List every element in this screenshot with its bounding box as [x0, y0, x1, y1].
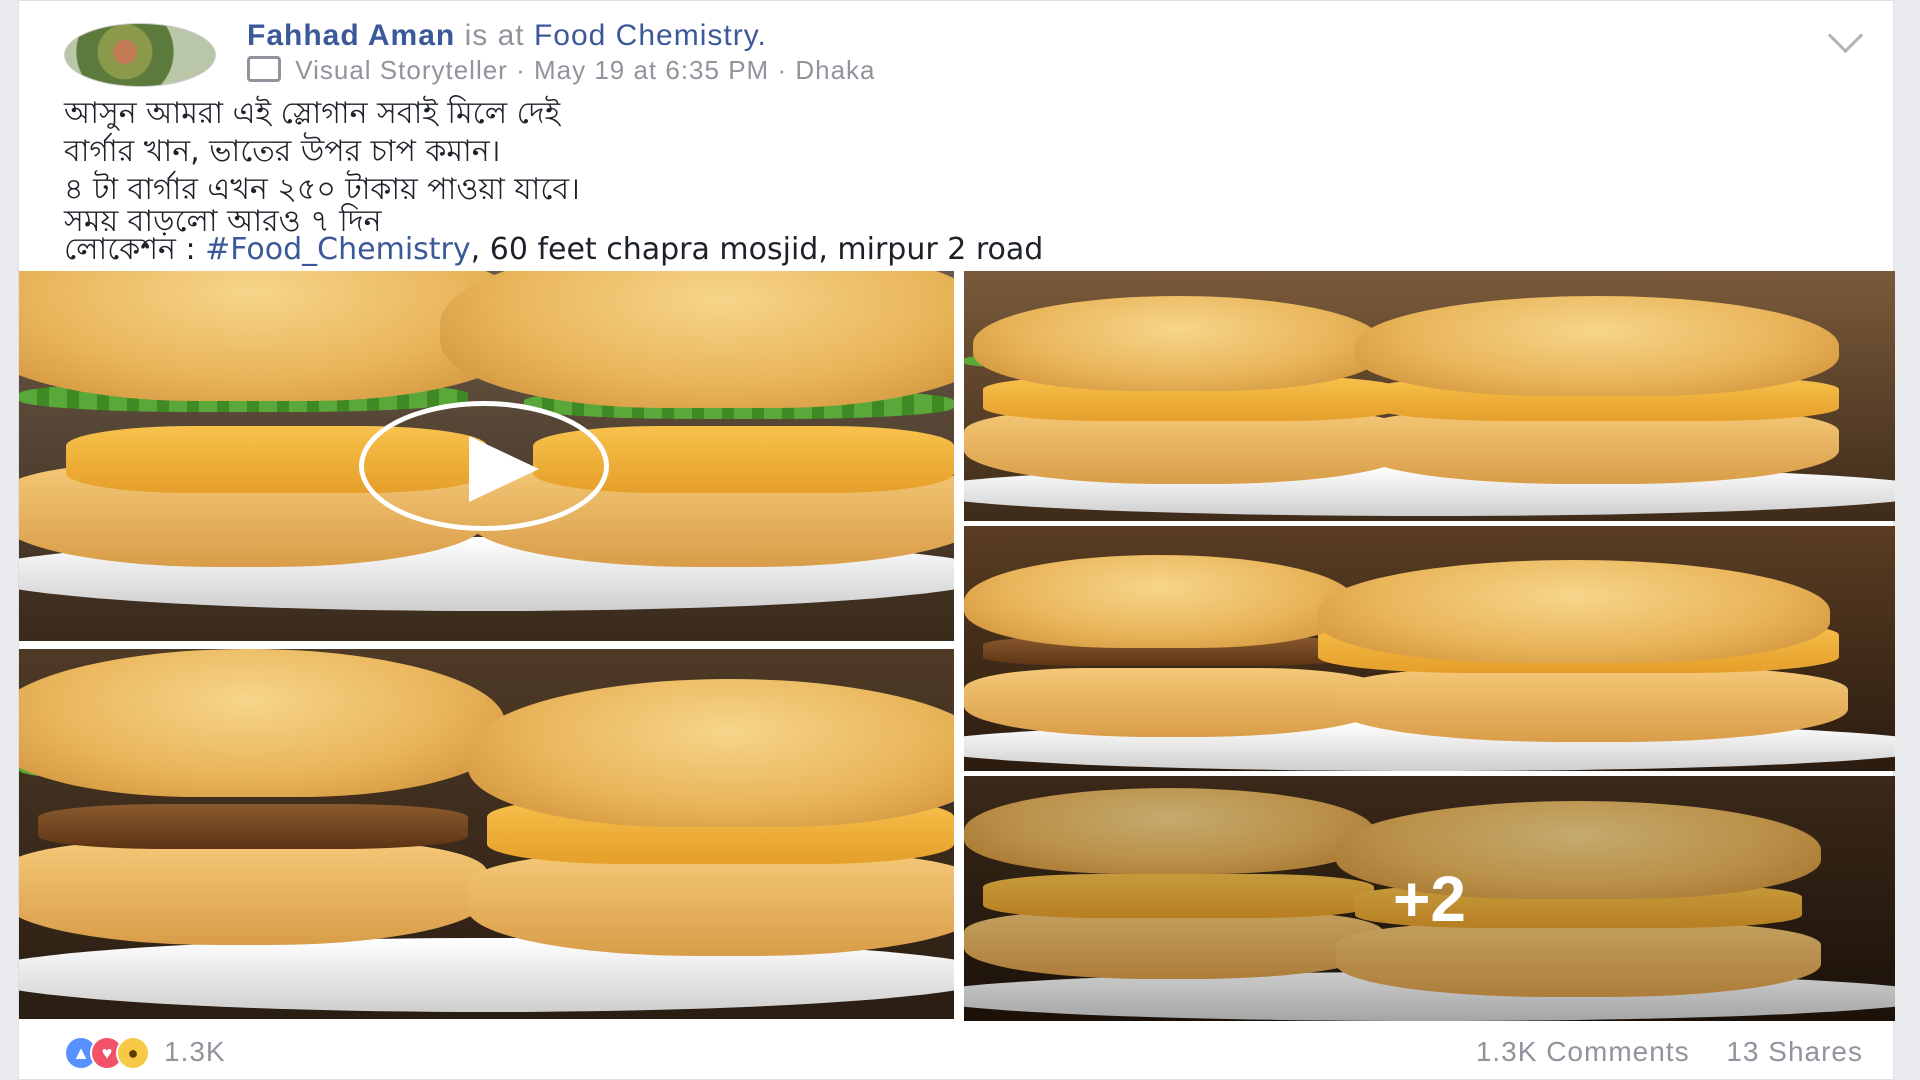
author-name[interactable]: Fahhad Aman [247, 19, 455, 52]
play-icon[interactable] [359, 401, 609, 531]
place-link[interactable]: Dhaka [795, 55, 875, 85]
photo-grid: +2 [19, 271, 1895, 1021]
page: Fahhad Aman is at Food Chemistry. Visual… [0, 0, 1920, 1080]
post-location-line: লোকেশন : #Food_Chemistry, 60 feet chapra… [64, 225, 1043, 276]
location-suffix: , 60 feet chapra mosjid, mirpur 2 road [470, 232, 1044, 267]
badge-label[interactable]: Visual Storyteller [295, 55, 508, 85]
storyteller-badge-icon [247, 56, 281, 83]
photo-2[interactable] [19, 649, 954, 1019]
location-link[interactable]: Food Chemistry. [534, 19, 767, 52]
post-meta: Visual Storyteller · May 19 at 6:35 PM ·… [247, 55, 876, 86]
hashtag-link[interactable]: #Food_Chemistry [205, 232, 471, 267]
separator-1: · [516, 55, 526, 85]
location-prefix: লোকেশন : [64, 232, 206, 267]
engagement-stats: 1.3K Comments 13 Shares [1448, 1036, 1863, 1068]
avatar[interactable] [64, 23, 216, 87]
photo-3[interactable] [964, 271, 1895, 521]
comments-count[interactable]: 1.3K Comments [1476, 1036, 1690, 1067]
more-photos-overlay[interactable]: +2 [964, 776, 1895, 1021]
timestamp-link[interactable]: May 19 at 6:35 PM [534, 55, 769, 85]
wow-reaction-icon: ● [116, 1036, 150, 1070]
is-at-text: is at [464, 19, 525, 52]
photo-4[interactable] [964, 526, 1895, 771]
separator-2: · [777, 55, 788, 85]
feed-post: Fahhad Aman is at Food Chemistry. Visual… [18, 0, 1895, 1080]
shares-count[interactable]: 13 Shares [1726, 1036, 1863, 1067]
chevron-down-icon[interactable] [1827, 17, 1864, 54]
post-header: Fahhad Aman is at Food Chemistry. [247, 19, 767, 53]
reactions-count[interactable]: 1.3K [164, 1036, 226, 1068]
photo-5-more[interactable]: +2 [964, 776, 1895, 1021]
photo-video[interactable] [19, 271, 954, 641]
